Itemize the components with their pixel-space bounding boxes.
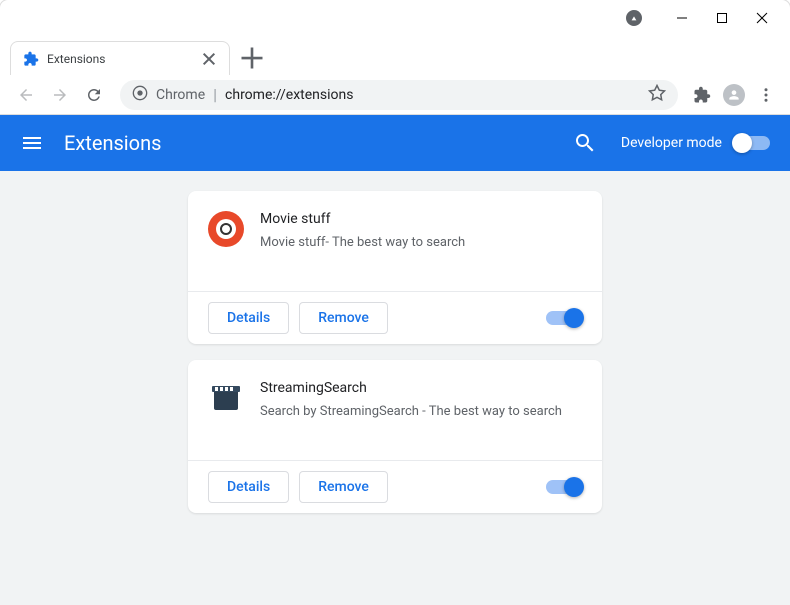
developer-mode-toggle[interactable] bbox=[734, 136, 770, 150]
chrome-menu-button[interactable] bbox=[752, 81, 780, 109]
details-button[interactable]: Details bbox=[208, 471, 289, 503]
bookmark-star-icon[interactable] bbox=[648, 84, 666, 106]
extension-card: StreamingSearch Search by StreamingSearc… bbox=[188, 360, 602, 513]
avatar-icon bbox=[723, 84, 745, 106]
address-bar[interactable]: Chrome | chrome://extensions bbox=[120, 80, 678, 110]
extension-description: Movie stuff- The best way to search bbox=[260, 233, 582, 253]
extension-icon bbox=[208, 211, 244, 247]
details-button[interactable]: Details bbox=[208, 302, 289, 334]
browser-tab[interactable]: Extensions bbox=[10, 41, 230, 75]
window-minimize-button[interactable] bbox=[662, 3, 702, 33]
toggle-knob bbox=[732, 133, 752, 153]
url-protocol-text: Chrome bbox=[156, 87, 205, 103]
toggle-knob bbox=[564, 308, 584, 328]
extensions-page-header: Extensions Developer mode bbox=[0, 115, 790, 171]
incognito-indicator-icon bbox=[626, 10, 642, 26]
extension-card: Movie stuff Movie stuff- The best way to… bbox=[188, 191, 602, 344]
extension-icon bbox=[208, 380, 244, 416]
extensions-icon[interactable] bbox=[688, 81, 716, 109]
new-tab-button[interactable] bbox=[238, 44, 266, 72]
tab-close-button[interactable] bbox=[201, 51, 217, 67]
toggle-knob bbox=[564, 477, 584, 497]
remove-button[interactable]: Remove bbox=[299, 302, 388, 334]
extension-puzzle-icon bbox=[23, 51, 39, 67]
url-text: chrome://extensions bbox=[225, 87, 353, 103]
window-titlebar bbox=[0, 0, 790, 35]
reload-button[interactable] bbox=[78, 79, 110, 111]
forward-button[interactable] bbox=[44, 79, 76, 111]
window-close-button[interactable] bbox=[742, 3, 782, 33]
menu-hamburger-icon[interactable] bbox=[20, 131, 44, 155]
extensions-list: Movie stuff Movie stuff- The best way to… bbox=[0, 171, 790, 605]
back-button[interactable] bbox=[10, 79, 42, 111]
tab-strip: Extensions bbox=[0, 35, 790, 75]
extension-name: Movie stuff bbox=[260, 211, 582, 227]
extension-description: Search by StreamingSearch - The best way… bbox=[260, 402, 582, 422]
search-icon[interactable] bbox=[573, 131, 597, 155]
profile-button[interactable] bbox=[720, 81, 748, 109]
extension-enable-toggle[interactable] bbox=[546, 311, 582, 325]
browser-toolbar: Chrome | chrome://extensions bbox=[0, 75, 790, 115]
page-title: Extensions bbox=[64, 131, 573, 155]
tab-title: Extensions bbox=[47, 52, 201, 66]
developer-mode-label: Developer mode bbox=[621, 135, 722, 151]
chrome-page-icon bbox=[132, 85, 148, 105]
url-separator: | bbox=[213, 85, 217, 104]
extension-name: StreamingSearch bbox=[260, 380, 582, 396]
extension-enable-toggle[interactable] bbox=[546, 480, 582, 494]
remove-button[interactable]: Remove bbox=[299, 471, 388, 503]
window-maximize-button[interactable] bbox=[702, 3, 742, 33]
